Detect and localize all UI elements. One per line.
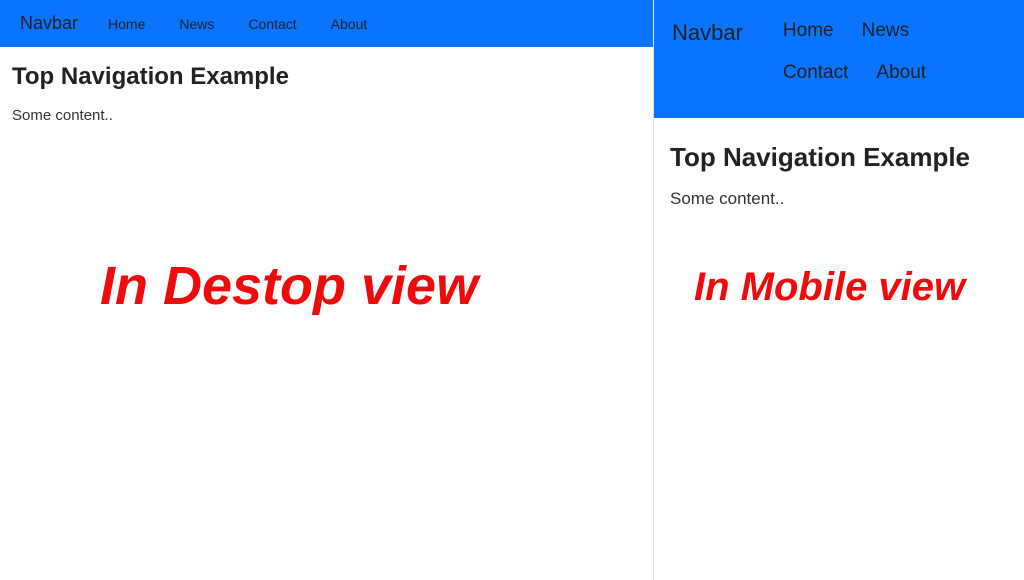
nav-link-news[interactable]: News [848, 10, 924, 52]
nav-link-home[interactable]: Home [769, 10, 848, 52]
nav-link-about[interactable]: About [323, 10, 376, 38]
page-title: Top Navigation Example [12, 63, 641, 91]
nav-link-contact[interactable]: Contact [240, 10, 304, 38]
mobile-view-panel: Navbar Home News Contact About Top Navig… [654, 0, 1024, 580]
nav-links: Home News Contact About [769, 10, 999, 94]
content-desktop: Top Navigation Example Some content.. [0, 47, 653, 140]
navbar-mobile: Navbar Home News Contact About [654, 0, 1024, 118]
caption-mobile: In Mobile view [694, 265, 965, 310]
nav-link-news[interactable]: News [171, 10, 222, 38]
nav-links: Home News Contact About [100, 10, 375, 38]
page-title: Top Navigation Example [670, 142, 1008, 173]
nav-link-about[interactable]: About [862, 52, 940, 94]
nav-link-contact[interactable]: Contact [769, 52, 862, 94]
navbar-brand[interactable]: Navbar [668, 10, 751, 46]
page-body: Some content.. [670, 189, 1008, 209]
navbar-desktop: Navbar Home News Contact About [0, 0, 653, 47]
page-body: Some content.. [12, 107, 641, 124]
caption-desktop: In Destop view [100, 255, 478, 317]
navbar-brand[interactable]: Navbar [10, 7, 88, 40]
desktop-view-panel: Navbar Home News Contact About Top Navig… [0, 0, 654, 580]
content-mobile: Top Navigation Example Some content.. [654, 118, 1024, 233]
nav-link-home[interactable]: Home [100, 10, 153, 38]
